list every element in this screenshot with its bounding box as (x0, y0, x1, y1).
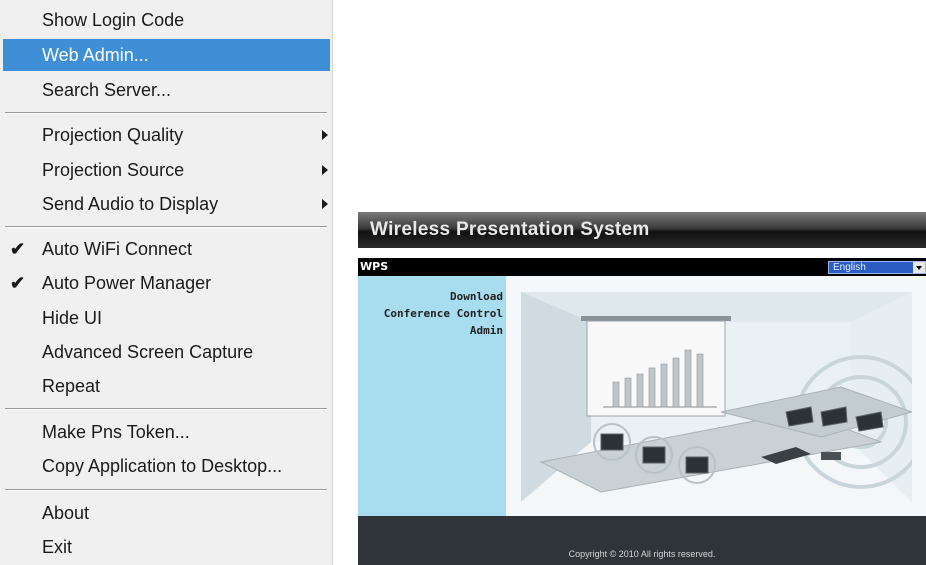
sidebar-item-conference-control[interactable]: Conference Control (384, 307, 503, 320)
menu-item-make-pns-token[interactable]: Make Pns Token... (3, 416, 330, 448)
sidebar: Download Conference Control Admin (358, 276, 506, 516)
menu-item-copy-application-to-desktop[interactable]: Copy Application to Desktop... (3, 450, 330, 482)
menu-item-label: Search Server... (42, 80, 172, 100)
sidebar-item-download[interactable]: Download (450, 290, 503, 303)
copyright-text: Copyright © 2010 All rights reserved. (568, 549, 716, 559)
checkmark-icon: ✔ (10, 273, 26, 293)
menu-item-web-admin[interactable]: Web Admin... (3, 39, 330, 71)
menu-item-label: Web Admin... (42, 45, 149, 65)
screen-roller (581, 316, 731, 321)
menu-item-label: About (42, 503, 90, 523)
submenu-arrow-icon (322, 130, 328, 140)
page-header: Wireless Presentation System (358, 212, 926, 248)
menu-item-label: Projection Source (42, 160, 185, 180)
menu-item-auto-wifi-connect[interactable]: ✔ Auto WiFi Connect (3, 233, 330, 265)
menu-item-label: Send Audio to Display (42, 194, 219, 214)
menu-item-label: Exit (42, 537, 73, 557)
menu-item-label: Repeat (42, 376, 101, 396)
menu-item-about[interactable]: About (3, 497, 330, 529)
main-content (506, 276, 926, 516)
menu-item-repeat[interactable]: Repeat (3, 370, 330, 402)
menu-item-search-server[interactable]: Search Server... (3, 74, 330, 106)
chevron-down-icon[interactable] (913, 262, 925, 273)
menu-item-label: Hide UI (42, 308, 103, 328)
page-footer: Copyright © 2010 All rights reserved. (358, 516, 926, 565)
menu-item-projection-quality[interactable]: Projection Quality (3, 119, 330, 151)
menu-item-label: Copy Application to Desktop... (42, 456, 283, 476)
language-select[interactable]: English (828, 261, 926, 274)
menu-item-label: Make Pns Token... (42, 422, 190, 442)
menu-item-label: Projection Quality (42, 125, 184, 145)
menu-item-projection-source[interactable]: Projection Source (3, 154, 330, 186)
menu-item-send-audio-to-display[interactable]: Send Audio to Display (3, 188, 330, 220)
submenu-arrow-icon (322, 199, 328, 209)
menu-separator (5, 226, 327, 228)
menu-item-auto-power-manager[interactable]: ✔ Auto Power Manager (3, 267, 330, 299)
brand-label: WPS (360, 260, 389, 273)
menu-item-show-login-code[interactable]: Show Login Code (3, 4, 330, 36)
language-select-value: English (833, 262, 866, 273)
menu-item-label: Advanced Screen Capture (42, 342, 254, 362)
menu-item-label: Show Login Code (42, 10, 185, 30)
menu-item-advanced-screen-capture[interactable]: Advanced Screen Capture (3, 336, 330, 368)
sidebar-item-admin[interactable]: Admin (470, 324, 503, 337)
menu-separator (5, 408, 327, 410)
menu-item-exit[interactable]: Exit (3, 531, 330, 563)
conference-room-illustration (521, 292, 912, 502)
page-title: Wireless Presentation System (370, 219, 650, 240)
menu-item-hide-ui[interactable]: Hide UI (3, 302, 330, 334)
menu-item-label: Auto Power Manager (42, 273, 212, 293)
menu-separator (5, 112, 327, 114)
checkmark-icon: ✔ (10, 239, 26, 259)
submenu-arrow-icon (322, 165, 328, 175)
menu-separator (5, 489, 327, 491)
context-menu: Show Login Code Web Admin... Search Serv… (0, 0, 333, 565)
top-bar: WPS English (358, 258, 926, 276)
menu-item-label: Auto WiFi Connect (42, 239, 193, 259)
web-admin-page: Wireless Presentation System WPS English… (358, 212, 926, 565)
